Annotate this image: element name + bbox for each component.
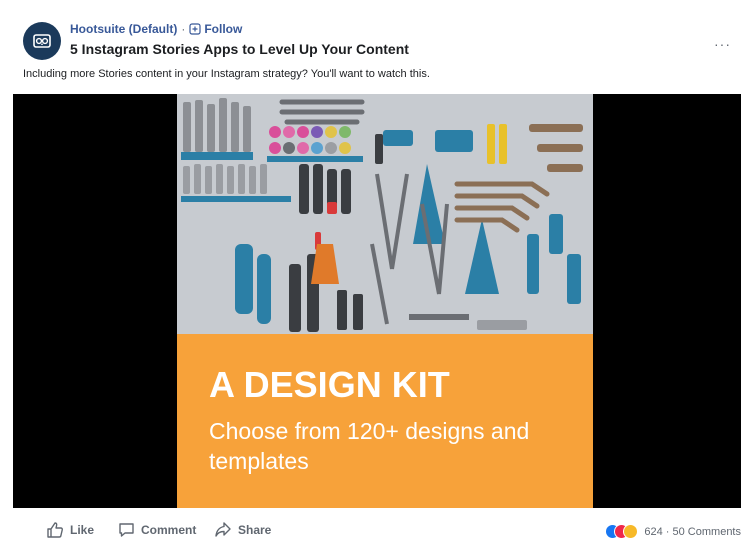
share-arrow-icon (215, 522, 231, 537)
video-player[interactable]: A DESIGN KIT Choose from 120+ designs an… (13, 94, 741, 508)
post-description: Including more Stories content in your I… (23, 68, 430, 80)
more-options-button[interactable]: ··· (714, 36, 731, 52)
design-kit-banner: A DESIGN KIT Choose from 120+ designs an… (177, 334, 593, 508)
reaction-and-comment-count: 624 · 50 Comments (644, 525, 741, 538)
follow-plus-icon (189, 23, 201, 35)
reaction-summary[interactable]: 624 · 50 Comments (605, 524, 741, 539)
wow-reaction-icon (623, 524, 639, 539)
share-button[interactable]: Share (214, 521, 271, 538)
post-action-bar: Like Comment Share 624 · 50 Comments (0, 513, 741, 552)
comment-button[interactable]: Comment (118, 521, 196, 538)
like-label: Like (70, 523, 95, 537)
banner-subtitle: Choose from 120+ designs and templates (209, 418, 530, 474)
banner-heading: A DESIGN KIT (209, 364, 450, 405)
page-name-link[interactable]: Hootsuite (Default) (70, 22, 177, 36)
share-label: Share (238, 522, 272, 537)
facebook-post: Hootsuite (Default) · Follow 5 Instagram… (0, 0, 741, 552)
comment-bubble-icon (119, 523, 134, 537)
header-separator: · (181, 22, 186, 36)
like-button[interactable]: Like (46, 521, 94, 539)
thumbs-up-icon (47, 522, 63, 538)
hootsuite-owl-icon (33, 34, 51, 48)
page-avatar[interactable] (23, 22, 61, 60)
follow-button[interactable]: Follow (189, 22, 242, 36)
comment-label: Comment (141, 522, 197, 537)
tools-flatlay-image (177, 94, 593, 334)
follow-label: Follow (204, 22, 243, 36)
post-header-line: Hootsuite (Default) · Follow (70, 22, 242, 36)
post-title[interactable]: 5 Instagram Stories Apps to Level Up You… (70, 41, 409, 57)
